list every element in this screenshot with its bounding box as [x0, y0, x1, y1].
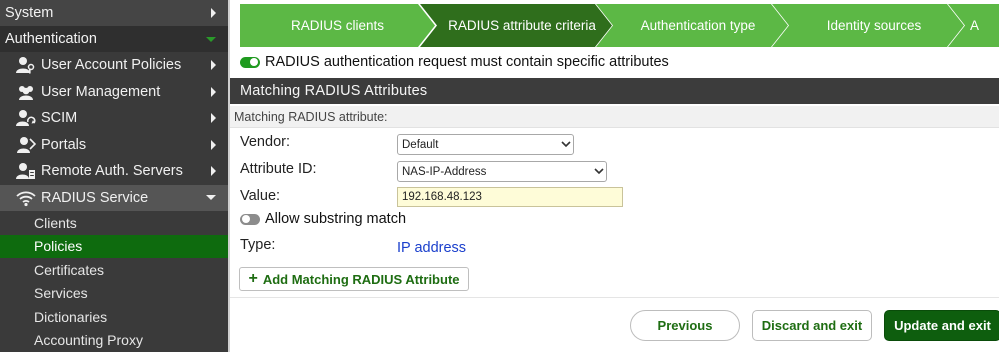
sidebar-item-authentication[interactable]: Authentication	[0, 26, 228, 52]
section-subtitle: Matching RADIUS attribute:	[230, 106, 999, 128]
sidebar-item-remote-auth-servers[interactable]: Remote Auth. Servers	[0, 158, 228, 185]
sidebar-subitem-accounting-proxy[interactable]: Accounting Proxy	[0, 329, 228, 352]
attribute-id-label: Attribute ID:	[240, 161, 317, 177]
wifi-icon	[16, 189, 36, 207]
discard-and-exit-button[interactable]: Discard and exit	[752, 310, 872, 341]
sidebar-item-label: RADIUS Service	[41, 189, 149, 206]
chevron-down-icon	[559, 141, 573, 148]
sidebar-subitem-certificates[interactable]: Certificates	[0, 258, 228, 282]
sidebar-subitem-policies[interactable]: Policies	[0, 234, 228, 258]
sidebar-item-scim[interactable]: SCIM	[0, 105, 228, 132]
main-content: RADIUS clients RADIUS attribute criteria…	[228, 0, 999, 352]
previous-button[interactable]: Previous	[630, 310, 740, 341]
chevron-right-icon	[211, 8, 216, 18]
substring-label: Allow substring match	[265, 211, 407, 227]
section-title: Matching RADIUS Attributes	[230, 78, 999, 104]
sidebar-item-label: Remote Auth. Servers	[41, 163, 183, 180]
attribute-id-select-value: NAS-IP-Address	[402, 165, 487, 178]
type-value: IP address	[397, 240, 467, 256]
attribute-id-select[interactable]: NAS-IP-Address	[397, 161, 607, 182]
substring-toggle[interactable]	[240, 213, 260, 225]
sidebar-item-label: Authentication	[5, 31, 97, 47]
user-sync-icon	[16, 109, 36, 127]
chevron-down-icon	[206, 195, 216, 201]
wizard-step-radius-attribute-criteria[interactable]: RADIUS attribute criteria	[420, 4, 612, 47]
sidebar-subitem-services[interactable]: Services	[0, 282, 228, 306]
value-input[interactable]: 192.168.48.123	[397, 187, 623, 207]
chevron-right-icon	[211, 86, 216, 97]
chevron-right-icon	[211, 139, 216, 150]
value-label: Value:	[240, 188, 281, 204]
sidebar-item-label: Portals	[41, 136, 87, 153]
sidebar-item-user-account-policies[interactable]: User Account Policies	[0, 52, 228, 79]
sidebar-item-label: User Management	[41, 83, 161, 100]
footer-divider	[230, 297, 999, 298]
wizard-step-radius-clients[interactable]: RADIUS clients	[240, 4, 435, 47]
chevron-right-icon	[211, 113, 216, 124]
vendor-label: Vendor:	[240, 134, 290, 150]
vendor-select[interactable]: Default	[397, 134, 574, 155]
sidebar-subitem-dictionaries[interactable]: Dictionaries	[0, 305, 228, 329]
sidebar-item-label: SCIM	[41, 110, 78, 127]
remote-server-icon	[16, 162, 36, 180]
sidebar-nav: System Authentication User Account Polic…	[0, 0, 228, 352]
chevron-down-icon	[206, 36, 216, 42]
users-icon	[16, 83, 36, 101]
chevron-down-icon	[592, 168, 606, 175]
wizard-steps: RADIUS clients RADIUS attribute criteria…	[240, 4, 999, 47]
sidebar-item-system[interactable]: System	[0, 0, 228, 26]
sidebar-item-user-management[interactable]: User Management	[0, 79, 228, 106]
sidebar-item-label: System	[5, 5, 54, 21]
portal-icon	[16, 136, 36, 154]
substring-toggle-row[interactable]: Allow substring match	[240, 211, 406, 227]
vendor-select-value: Default	[402, 138, 439, 151]
require-attributes-toggle-row[interactable]: RADIUS authentication request must conta…	[240, 54, 669, 70]
add-matching-attribute-label: Add Matching RADIUS Attribute	[262, 271, 460, 287]
sidebar-item-portals[interactable]: Portals	[0, 132, 228, 159]
wizard-step-authentication-type[interactable]: Authentication type	[596, 4, 788, 47]
wizard-step-identity-sources[interactable]: Identity sources	[772, 4, 964, 47]
require-attributes-toggle[interactable]	[240, 56, 260, 68]
require-attributes-label: RADIUS authentication request must conta…	[265, 54, 669, 70]
sidebar-item-radius-service[interactable]: RADIUS Service	[0, 184, 228, 211]
sidebar-subitem-clients[interactable]: Clients	[0, 211, 228, 235]
sidebar-item-label: User Account Policies	[41, 57, 182, 74]
add-matching-attribute-button[interactable]: + Add Matching RADIUS Attribute	[239, 267, 469, 291]
user-key-icon	[16, 56, 36, 74]
type-label: Type:	[240, 237, 276, 253]
chevron-right-icon	[211, 60, 216, 71]
plus-icon: +	[248, 270, 258, 287]
chevron-right-icon	[211, 166, 216, 177]
update-and-exit-button[interactable]: Update and exit	[884, 310, 999, 341]
